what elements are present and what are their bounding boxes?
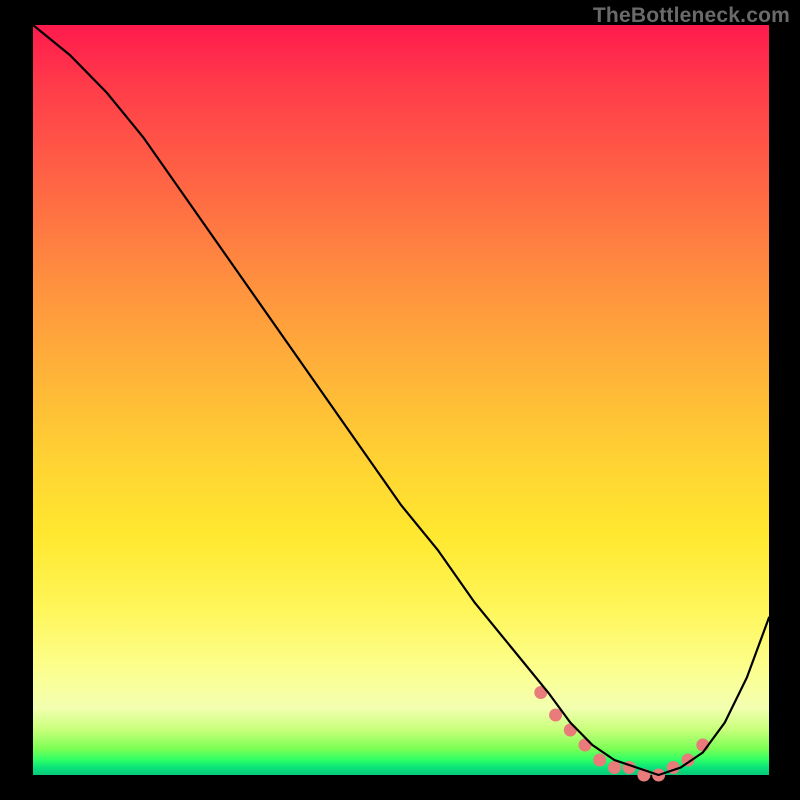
marker-dot xyxy=(579,739,592,752)
chart-frame: TheBottleneck.com xyxy=(0,0,800,800)
marker-dot xyxy=(608,761,621,774)
bottleneck-curve-path xyxy=(33,25,769,775)
watermark-text: TheBottleneck.com xyxy=(593,4,790,28)
marker-dot xyxy=(564,724,577,737)
curve-layer xyxy=(33,25,769,775)
marker-dot xyxy=(593,754,606,767)
plot-area xyxy=(33,25,769,775)
